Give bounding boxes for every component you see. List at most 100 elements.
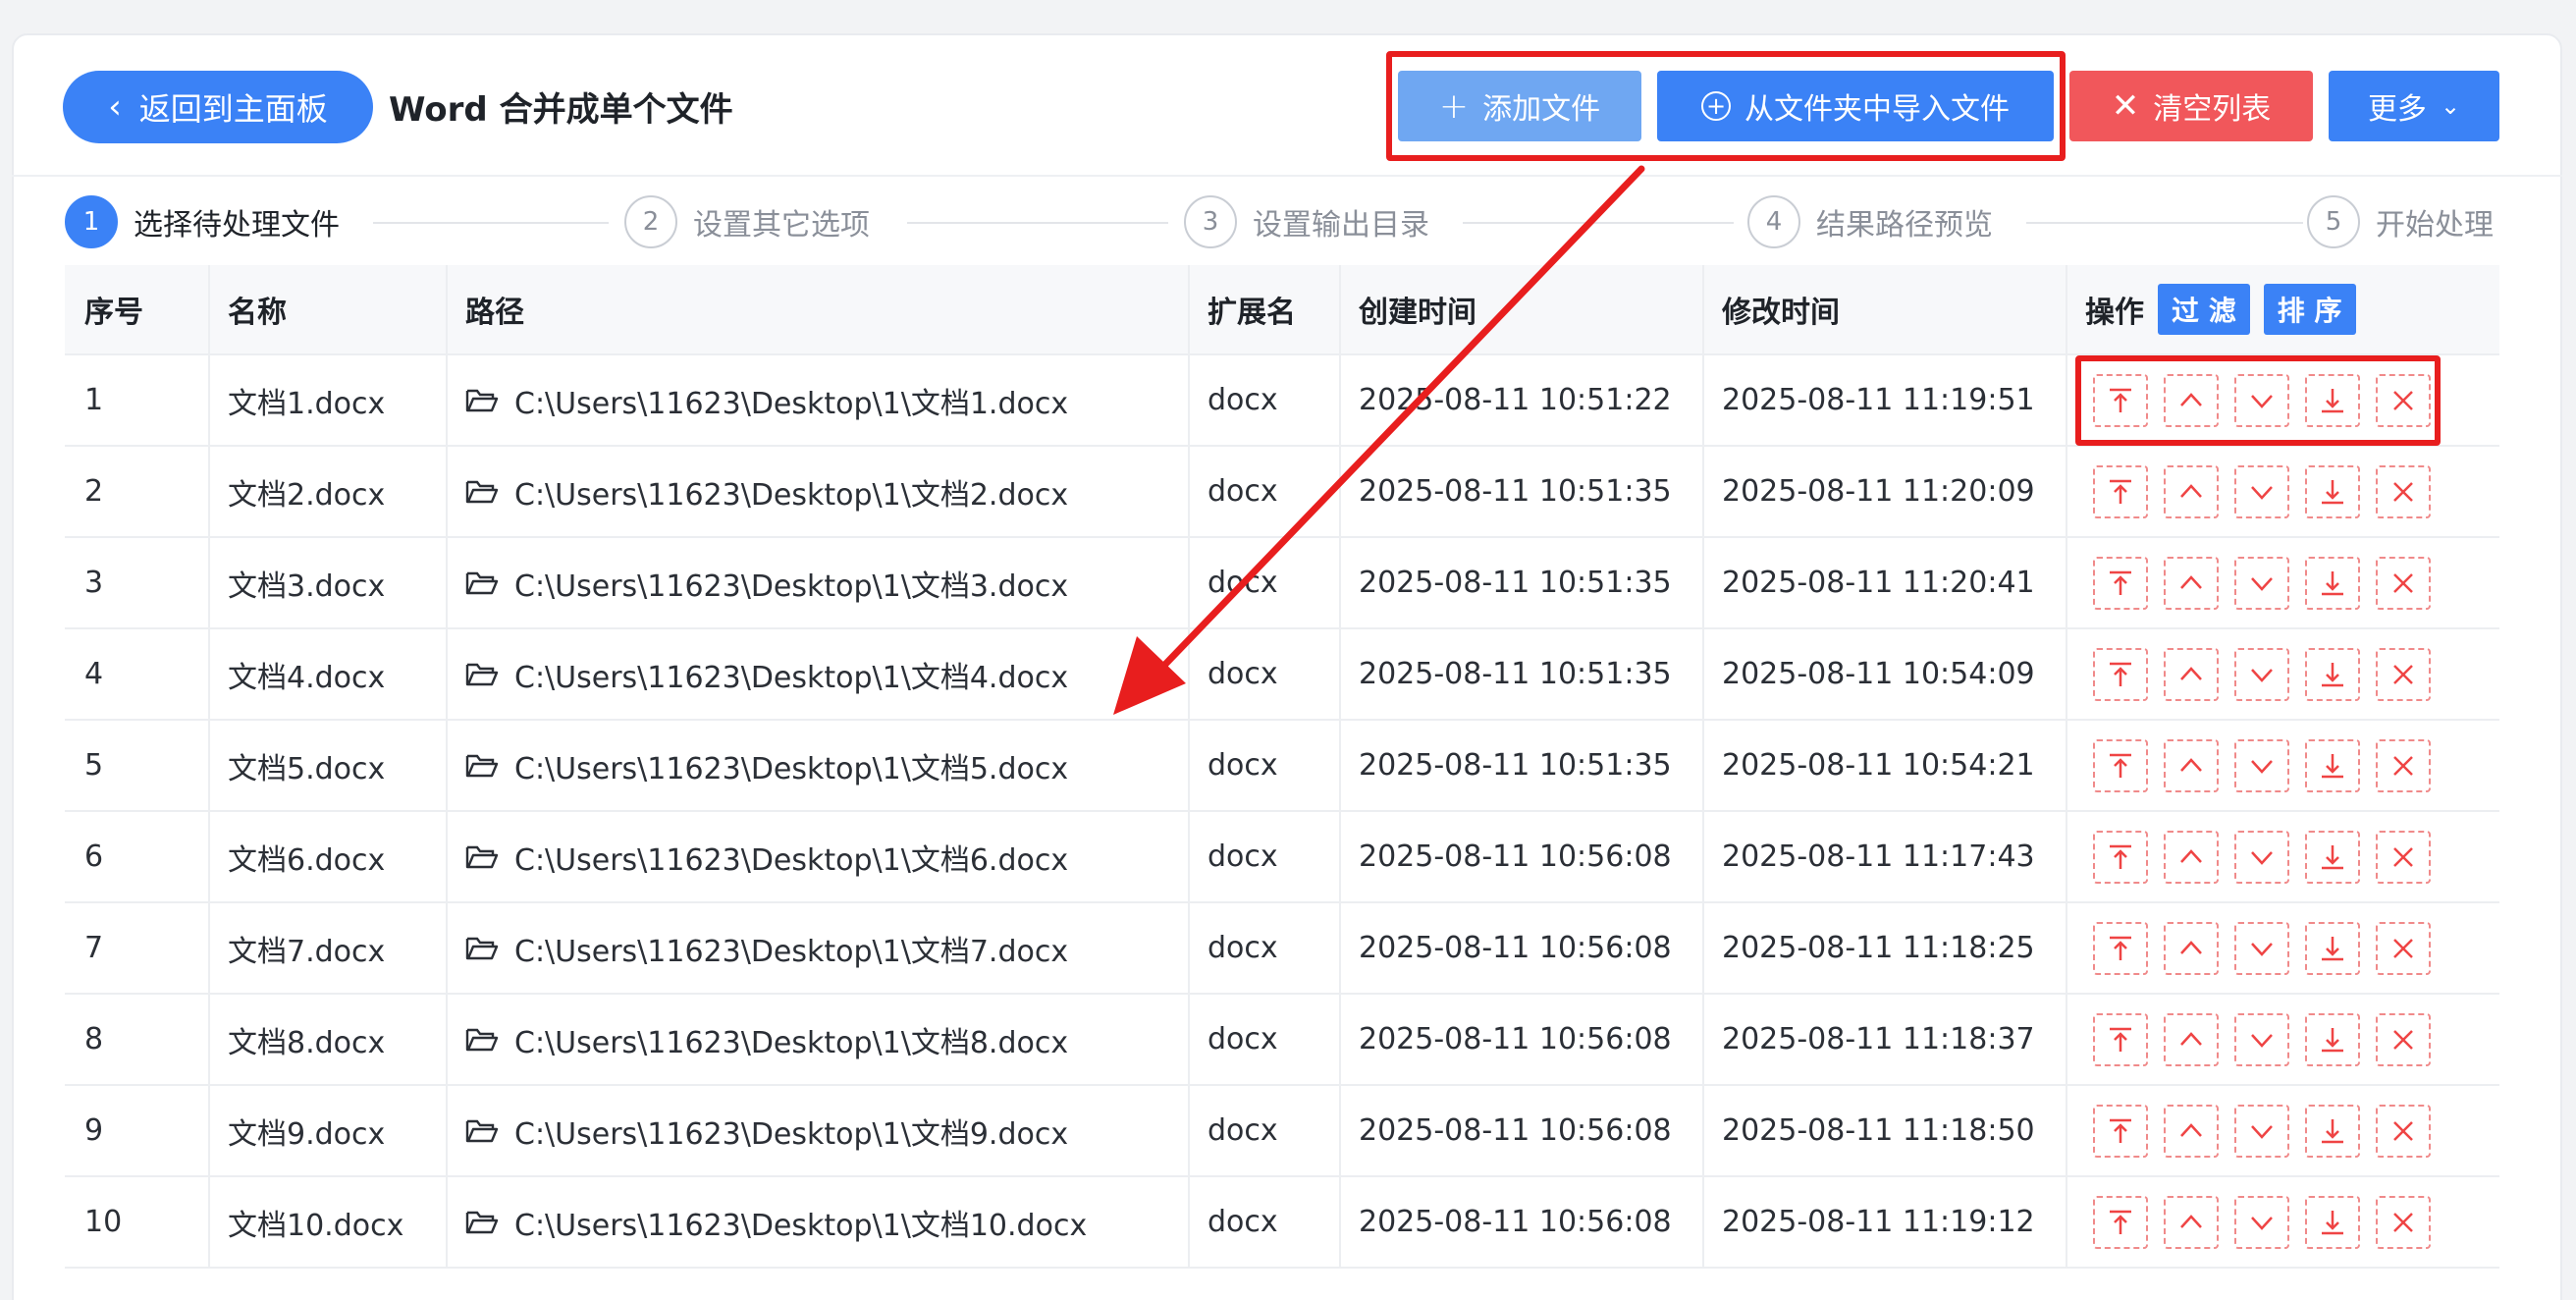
cell-path[interactable]: C:\Users\11623\Desktop\1\文档6.docx [446, 812, 1188, 901]
step-result-preview[interactable]: 4 结果路径预览 [1747, 194, 2003, 249]
move-down-button[interactable] [2234, 1012, 2289, 1066]
remove-button[interactable] [2376, 1012, 2431, 1066]
column-divider [2066, 721, 2067, 810]
step-start-processing[interactable]: 5 开始处理 [2307, 194, 2503, 249]
cell-path[interactable]: C:\Users\11623\Desktop\1\文档7.docx [446, 903, 1188, 993]
cell-path[interactable]: C:\Users\11623\Desktop\1\文档5.docx [446, 721, 1188, 810]
back-to-dashboard-button[interactable]: ‹ 返回到主面板 [63, 71, 373, 143]
move-down-button[interactable] [2234, 1104, 2289, 1158]
remove-icon [2393, 755, 2413, 776]
column-divider [208, 995, 210, 1084]
move-down-button[interactable] [2234, 556, 2289, 610]
remove-button[interactable] [2376, 556, 2431, 610]
cell-path[interactable]: C:\Users\11623\Desktop\1\文档8.docx [446, 995, 1188, 1084]
header-divider [12, 175, 2562, 177]
remove-button[interactable] [2376, 830, 2431, 884]
remove-button[interactable] [2376, 1104, 2431, 1158]
move-to-top-button[interactable] [2093, 464, 2148, 518]
header-created-time: 创建时间 [1359, 296, 1476, 330]
move-down-button[interactable] [2234, 921, 2289, 975]
cell-path[interactable]: C:\Users\11623\Desktop\1\文档9.docx [446, 1086, 1188, 1175]
move-to-top-button[interactable] [2093, 1195, 2148, 1249]
cell-modified-time-text: 2025-08-11 11:18:50 [1722, 1113, 2035, 1148]
move-up-button[interactable] [2164, 464, 2219, 518]
cell-path[interactable]: C:\Users\11623\Desktop\1\文档3.docx [446, 538, 1188, 627]
move-to-bottom-button[interactable] [2305, 921, 2360, 975]
move-up-button[interactable] [2164, 647, 2219, 701]
column-divider [1188, 903, 1190, 993]
move-to-top-button[interactable] [2093, 647, 2148, 701]
cell-path[interactable]: C:\Users\11623\Desktop\1\文档4.docx [446, 629, 1188, 719]
sort-button[interactable]: 排 序 [2263, 284, 2356, 335]
table-row[interactable]: 8 文档8.docx C:\Users\11623\Desktop\1\文档8.do… [65, 995, 2499, 1086]
table-row[interactable]: 2 文档2.docx C:\Users\11623\Desktop\1\文档2.do… [65, 447, 2499, 538]
move-to-bottom-button[interactable] [2305, 647, 2360, 701]
move-to-top-button[interactable] [2093, 830, 2148, 884]
filter-button[interactable]: 过 滤 [2158, 284, 2250, 335]
move-up-icon [2180, 483, 2202, 498]
cell-path[interactable]: C:\Users\11623\Desktop\1\文档2.docx [446, 447, 1188, 536]
table-row[interactable]: 5 文档5.docx C:\Users\11623\Desktop\1\文档5.do… [65, 721, 2499, 812]
move-up-button[interactable] [2164, 1195, 2219, 1249]
move-down-button[interactable] [2234, 647, 2289, 701]
move-up-button[interactable] [2164, 1012, 2219, 1066]
move-to-bottom-button[interactable] [2305, 830, 2360, 884]
cell-extension-text: docx [1208, 383, 1278, 417]
step-output-directory[interactable]: 3 设置输出目录 [1184, 194, 1439, 249]
table-row[interactable]: 9 文档9.docx C:\Users\11623\Desktop\1\文档9.do… [65, 1086, 2499, 1177]
step-select-files[interactable]: 1 选择待处理文件 [65, 194, 349, 249]
cell-name: 文档10.docx [208, 1177, 446, 1267]
move-to-top-button[interactable] [2093, 921, 2148, 975]
move-to-bottom-button[interactable] [2305, 556, 2360, 610]
column-divider [208, 903, 210, 993]
move-up-button[interactable] [2164, 738, 2219, 792]
move-down-button[interactable] [2234, 830, 2289, 884]
cell-path[interactable]: C:\Users\11623\Desktop\1\文档1.docx [446, 355, 1188, 445]
step-label: 设置其它选项 [693, 208, 870, 243]
table-row[interactable]: 10 文档10.docx C:\Users\11623\Desktop\1\文档10… [65, 1177, 2499, 1269]
cell-name-text: 文档2.docx [228, 477, 386, 513]
cell-name: 文档5.docx [208, 721, 446, 810]
remove-button[interactable] [2376, 464, 2431, 518]
move-up-button[interactable] [2164, 921, 2219, 975]
move-to-bottom-button[interactable] [2305, 464, 2360, 518]
more-menu-button[interactable]: 更多 ⌄ [2329, 71, 2499, 141]
move-down-button[interactable] [2234, 1195, 2289, 1249]
remove-button[interactable] [2376, 738, 2431, 792]
move-up-button[interactable] [2164, 1104, 2219, 1158]
table-row[interactable]: 7 文档7.docx C:\Users\11623\Desktop\1\文档7.do… [65, 903, 2499, 995]
step-other-options[interactable]: 2 设置其它选项 [624, 194, 880, 249]
cell-index-text: 4 [84, 657, 104, 691]
move-down-button[interactable] [2234, 738, 2289, 792]
move-to-top-button[interactable] [2093, 1012, 2148, 1066]
clear-list-button[interactable]: ✕ 清空列表 [2069, 71, 2313, 141]
move-up-button[interactable] [2164, 830, 2219, 884]
move-to-bottom-button[interactable] [2305, 1104, 2360, 1158]
folder-open-icon [465, 480, 499, 503]
move-to-bottom-button[interactable] [2305, 738, 2360, 792]
column-divider [446, 265, 448, 353]
move-to-top-button[interactable] [2093, 1104, 2148, 1158]
move-to-bottom-button[interactable] [2305, 1195, 2360, 1249]
cell-extension: docx [1188, 355, 1339, 445]
column-divider [446, 903, 448, 993]
cell-created-time: 2025-08-11 10:51:35 [1339, 629, 1702, 719]
remove-icon [2393, 572, 2413, 593]
table-row[interactable]: 6 文档6.docx C:\Users\11623\Desktop\1\文档6.do… [65, 812, 2499, 903]
move-down-button[interactable] [2234, 464, 2289, 518]
cell-index-text: 9 [84, 1113, 104, 1148]
table-row[interactable]: 4 文档4.docx C:\Users\11623\Desktop\1\文档4.do… [65, 629, 2499, 721]
table-row[interactable]: 3 文档3.docx C:\Users\11623\Desktop\1\文档3.do… [65, 538, 2499, 629]
row-action-group [2085, 464, 2431, 518]
move-to-bottom-button[interactable] [2305, 1012, 2360, 1066]
move-up-button[interactable] [2164, 556, 2219, 610]
folder-open-icon [465, 389, 499, 411]
cell-modified-time: 2025-08-11 11:20:09 [1702, 447, 2066, 536]
cell-path[interactable]: C:\Users\11623\Desktop\1\文档10.docx [446, 1177, 1188, 1267]
move-to-top-button[interactable] [2093, 556, 2148, 610]
cell-created-time-text: 2025-08-11 10:56:08 [1359, 1022, 1672, 1056]
remove-button[interactable] [2376, 647, 2431, 701]
remove-button[interactable] [2376, 1195, 2431, 1249]
move-to-top-button[interactable] [2093, 738, 2148, 792]
remove-button[interactable] [2376, 921, 2431, 975]
